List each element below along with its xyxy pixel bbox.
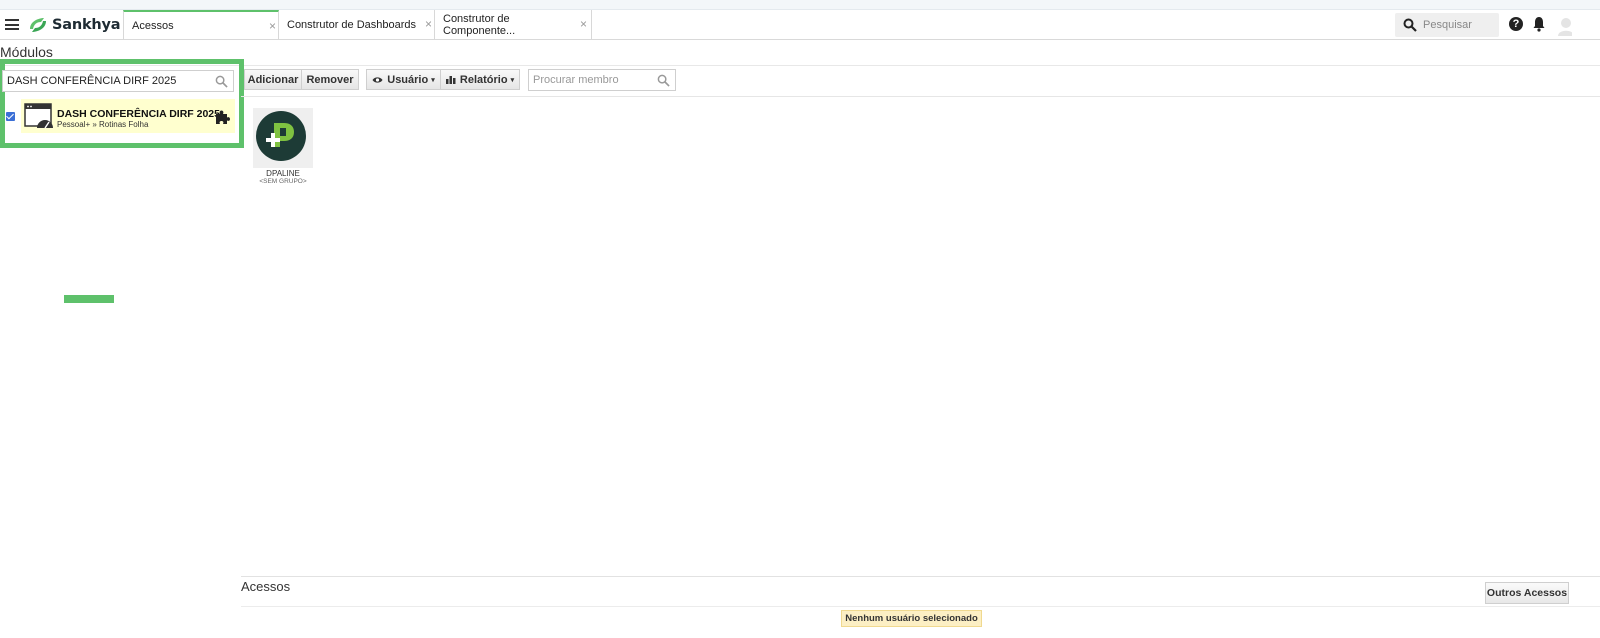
member-logo-icon <box>256 111 306 161</box>
app-header: Sankhya Acessos × Construtor de Dashboar… <box>0 10 1600 40</box>
user-dropdown-button[interactable]: Usuário ▾ <box>366 69 441 90</box>
highlight-marker <box>64 295 114 303</box>
remove-button[interactable]: Remover <box>301 69 359 90</box>
member-name: DPALINE <box>266 169 300 178</box>
member-group: <SEM GRUPO> <box>259 178 307 185</box>
sankhya-logo-icon <box>30 18 46 32</box>
notification-bell-icon[interactable] <box>1532 16 1546 32</box>
section-title: Acessos <box>241 579 291 594</box>
browser-top-strip <box>0 0 1600 10</box>
user-label: Usuário <box>387 73 429 86</box>
member-search-input[interactable]: Procurar membro <box>528 69 676 91</box>
user-avatar-icon[interactable] <box>1556 16 1572 36</box>
tab-construtor-dashboards[interactable]: Construtor de Dashboards × <box>279 10 435 40</box>
module-path: Pessoal+ » Rotinas Folha <box>57 120 149 129</box>
global-search-input[interactable]: Pesquisar <box>1395 13 1499 37</box>
report-label: Relatório <box>459 73 508 86</box>
hamburger-menu-icon[interactable] <box>5 19 19 30</box>
search-icon[interactable] <box>215 75 228 88</box>
other-access-button[interactable]: Outros Acessos <box>1485 582 1569 604</box>
search-icon <box>1403 18 1417 32</box>
tab-label: Construtor de Componente... <box>443 13 516 37</box>
member-search-placeholder: Procurar membro <box>533 74 619 86</box>
help-icon[interactable]: ? <box>1509 17 1523 31</box>
add-button[interactable]: Adicionar <box>244 69 302 90</box>
page-title: Módulos <box>0 44 53 60</box>
tab-construtor-componentes[interactable]: Construtor de Componente... × <box>435 10 592 40</box>
search-icon[interactable] <box>657 74 670 87</box>
chevron-down-icon: ▾ <box>510 76 515 84</box>
brand-name: Sankhya <box>52 17 121 33</box>
close-icon[interactable]: × <box>580 17 587 31</box>
eye-icon <box>372 76 383 83</box>
brand-logo[interactable]: Sankhya <box>27 14 121 36</box>
module-search-input[interactable]: DASH CONFERÊNCIA DIRF 2025 <box>2 70 234 92</box>
tab-label: Construtor de Dashboards <box>287 19 417 31</box>
tab-bar: Acessos × Construtor de Dashboards × Con… <box>123 10 592 40</box>
module-checkbox[interactable] <box>6 112 15 121</box>
tab-label: Acessos <box>132 20 174 32</box>
search-placeholder: Pesquisar <box>1423 19 1472 31</box>
close-icon[interactable]: × <box>269 19 276 33</box>
chevron-down-icon: ▾ <box>431 76 435 84</box>
divider <box>241 576 1600 577</box>
report-dropdown-button[interactable]: Relatório ▾ <box>440 69 520 90</box>
empty-state-badge: Nenhum usuário selecionado <box>841 610 982 627</box>
bar-chart-icon <box>445 76 456 84</box>
tab-acessos[interactable]: Acessos × <box>123 10 279 40</box>
divider <box>241 96 1600 97</box>
module-name: DASH CONFERÊNCIA DIRF 2025 <box>57 108 220 120</box>
module-search-value: DASH CONFERÊNCIA DIRF 2025 <box>7 75 177 87</box>
dashboard-gauge-icon <box>24 103 53 129</box>
divider <box>241 606 1600 607</box>
close-icon[interactable]: × <box>425 17 432 31</box>
puzzle-icon <box>216 110 230 124</box>
